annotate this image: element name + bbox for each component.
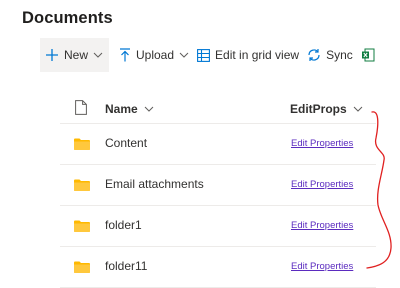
edit-in-grid-view-button[interactable]: Edit in grid view xyxy=(193,38,303,72)
chevron-down-icon xyxy=(179,52,189,58)
table-row[interactable]: Email attachments Edit Properties xyxy=(60,165,376,206)
column-header-row: Name EditProps xyxy=(60,94,376,124)
document-library-page: Documents New Upload Edit in grid view S… xyxy=(0,0,400,288)
upload-icon xyxy=(119,48,131,62)
file-icon xyxy=(75,100,87,120)
row-name[interactable]: Email attachments xyxy=(105,177,204,191)
page-title: Documents xyxy=(22,9,113,27)
plus-icon xyxy=(45,48,59,62)
export-to-excel-button[interactable] xyxy=(357,38,384,72)
edit-properties-link[interactable]: Edit Properties xyxy=(291,261,353,272)
table-row[interactable]: folder11 Edit Properties xyxy=(60,247,376,288)
edit-properties-link[interactable]: Edit Properties xyxy=(291,138,353,149)
chevron-down-icon xyxy=(353,106,363,112)
new-button[interactable]: New xyxy=(40,38,109,72)
table-row[interactable]: Content Edit Properties xyxy=(60,124,376,165)
chevron-down-icon xyxy=(93,52,103,58)
upload-button-label: Upload xyxy=(136,48,175,62)
name-column-label: Name xyxy=(105,102,138,116)
sync-button-label: Sync xyxy=(326,48,353,62)
folder-icon xyxy=(74,260,90,278)
edit-in-grid-view-label: Edit in grid view xyxy=(215,48,300,62)
chevron-down-icon xyxy=(144,106,154,112)
sync-button[interactable]: Sync xyxy=(303,38,357,72)
command-bar: New Upload Edit in grid view Sync xyxy=(40,38,384,72)
new-button-label: New xyxy=(64,48,89,62)
editprops-column-label: EditProps xyxy=(290,102,347,116)
edit-properties-link[interactable]: Edit Properties xyxy=(291,220,353,231)
sync-icon xyxy=(307,48,321,62)
row-name[interactable]: folder11 xyxy=(105,259,147,273)
upload-button[interactable]: Upload xyxy=(115,38,193,72)
row-name[interactable]: folder1 xyxy=(105,218,142,232)
editprops-column-header[interactable]: EditProps xyxy=(290,102,363,116)
row-name[interactable]: Content xyxy=(105,136,147,150)
edit-properties-link[interactable]: Edit Properties xyxy=(291,179,353,190)
folder-icon xyxy=(74,137,90,155)
folder-icon xyxy=(74,178,90,196)
excel-icon xyxy=(361,48,375,62)
grid-icon xyxy=(197,48,210,62)
table-row[interactable]: folder1 Edit Properties xyxy=(60,206,376,247)
name-column-header[interactable]: Name xyxy=(105,102,154,116)
folder-icon xyxy=(74,219,90,237)
